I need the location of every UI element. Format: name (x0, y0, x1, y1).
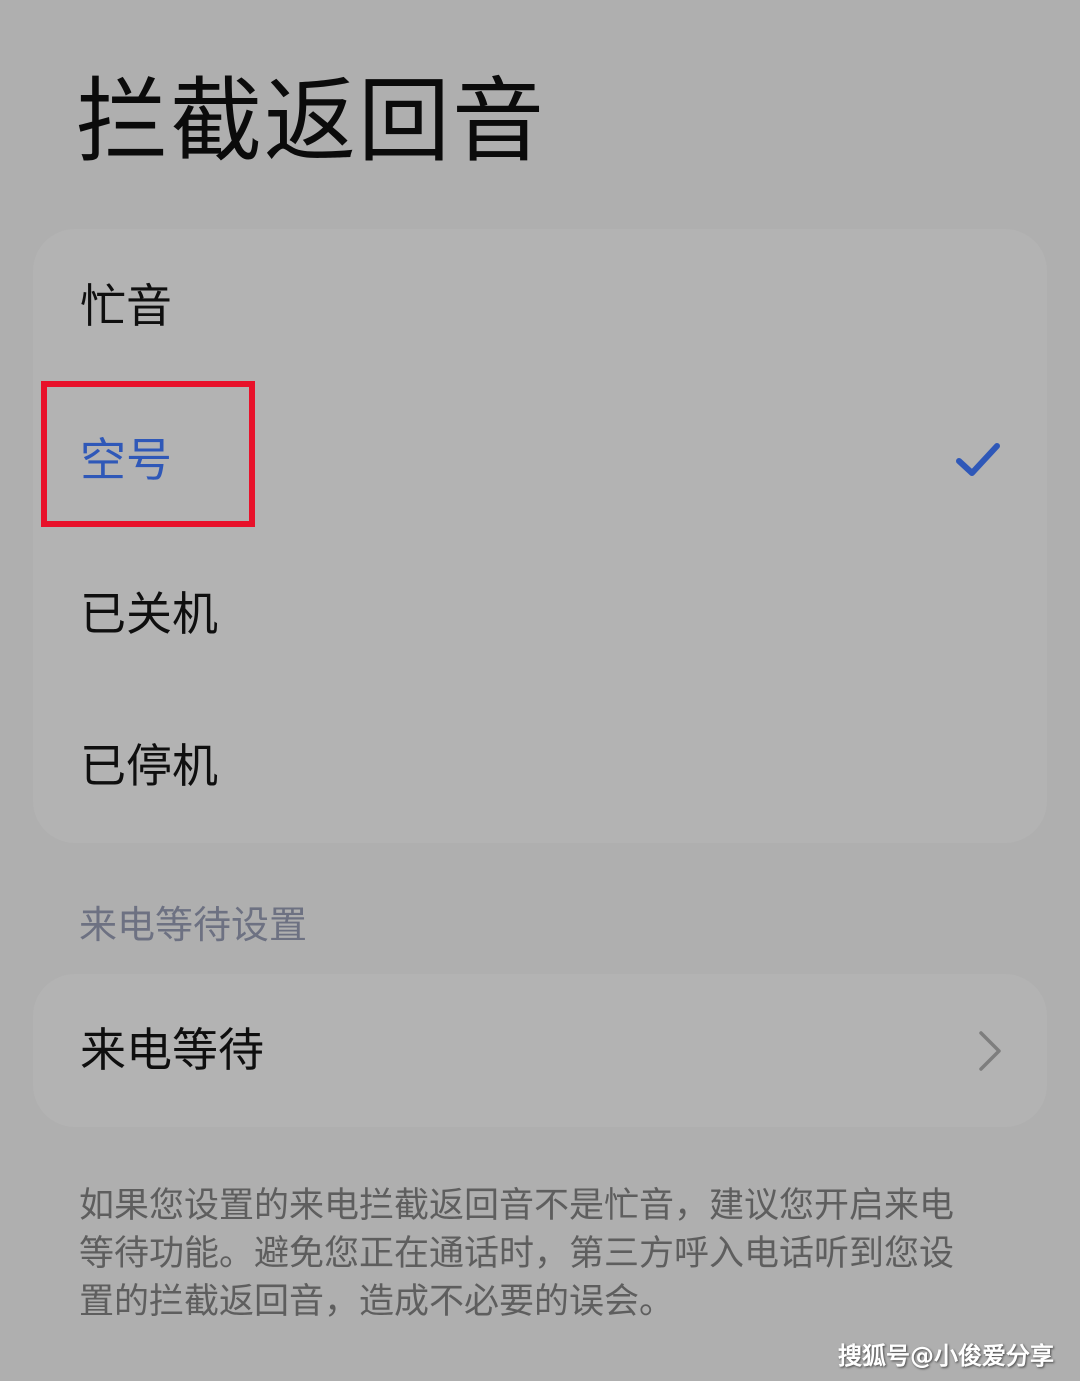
section-header-call-waiting: 来电等待设置 (79, 903, 308, 947)
option-label: 已停机 (80, 739, 218, 793)
footnote-line: 置的拦截返回音，造成不必要的误会。 (79, 1282, 675, 1322)
option-label: 忙音 (80, 279, 172, 333)
footnote-text: 如果您设置的来电拦截返回音不是忙音，建议您开启来电 等待功能。避免您正在通话时，… (79, 1182, 999, 1326)
option-busy-tone[interactable]: 忙音 (33, 229, 1047, 383)
option-powered-off[interactable]: 已关机 (33, 537, 1047, 691)
option-service-suspended[interactable]: 已停机 (33, 689, 1047, 843)
call-waiting-label: 来电等待 (80, 1023, 264, 1077)
return-tone-options-card: 忙音 空号 已关机 已停机 (33, 229, 1047, 843)
option-label: 空号 (80, 433, 172, 487)
option-empty-number[interactable]: 空号 (33, 383, 1047, 537)
footnote-line: 等待功能。避免您正在通话时，第三方呼入电话听到您设 (79, 1234, 955, 1274)
page-title: 拦截返回音 (76, 68, 547, 175)
call-waiting-item[interactable]: 来电等待 (33, 974, 1047, 1127)
checkmark-icon (956, 443, 1000, 476)
watermark: 搜狐号@小俊爱分享 (838, 1342, 1054, 1370)
footnote-line: 如果您设置的来电拦截返回音不是忙音，建议您开启来电 (79, 1186, 955, 1226)
option-label: 已关机 (80, 587, 218, 641)
chevron-right-icon (979, 1030, 1001, 1071)
